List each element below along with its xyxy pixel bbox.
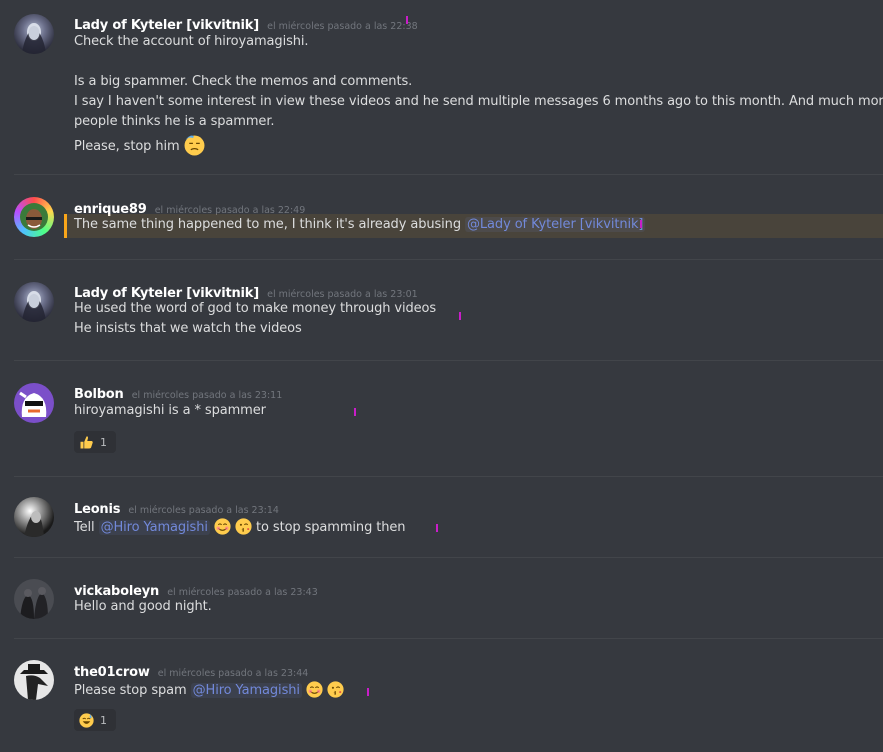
unamused-face-emoji[interactable] [183,135,205,156]
message-divider [14,476,883,477]
message-header: Leonis el miércoles pasado a las 23:14 [74,498,279,517]
sweat-smile-emoji [79,712,94,728]
username[interactable]: Lady of Kyteler [vikvitnik] [74,286,259,301]
reaction-thumbs-up[interactable]: 1 [74,431,116,453]
message-text: Tell [74,520,99,535]
unread-marker [459,312,461,320]
user-mention[interactable]: @Hiro Yamagishi [190,683,302,698]
reaction-sweat-smile[interactable]: 1 [74,709,116,731]
username[interactable]: Lady of Kyteler [vikvitnik] [74,18,259,33]
message-text: Hello and good night. [74,599,212,614]
thumbs-up-emoji [80,435,93,448]
chat-message-list: Lady of Kyteler [vikvitnik] el miércoles… [0,0,883,752]
user-mention[interactable]: @Hiro Yamagishi [98,520,210,535]
message-text: hiroyamagishi is a * spammer [74,403,266,418]
avatar-lady-of-kyteler[interactable] [14,14,54,54]
timestamp: el miércoles pasado a las 23:11 [131,390,283,401]
avatar-image [22,23,46,54]
avatar-lady-of-kyteler[interactable] [14,282,54,322]
timestamp: el miércoles pasado a las 23:44 [157,668,309,679]
message-line: Please stop spam @Hiro Yamagishi [74,681,344,698]
reaction-count: 1 [100,713,107,727]
message-header: Lady of Kyteler [vikvitnik] el miércoles… [74,282,418,301]
unread-marker [367,688,369,696]
username[interactable]: Leonis [74,502,120,517]
avatar-bolbon[interactable] [14,383,54,423]
message-text: Is a big spammer. Check the memos and co… [74,74,413,89]
username[interactable]: the01crow [74,665,150,680]
message-line: The same thing happened to me, I think i… [74,217,646,232]
avatar-enrique89[interactable] [14,197,54,237]
message-divider [14,174,883,175]
message-text: Please, stop him [74,139,180,154]
timestamp: el miércoles pasado a las 23:01 [267,289,418,300]
unread-marker [436,524,438,532]
avatar-image [24,511,44,537]
avatar-vickaboleyn[interactable] [14,579,54,619]
message-line: Tell @Hiro Yamagishi to stop spamming th… [74,518,406,535]
message-text: He used the word of god to make money th… [74,301,437,316]
message-text: Check the account of hiroyamagishi. [74,34,309,49]
avatar-the01crow[interactable] [14,660,54,700]
message-divider [14,638,883,639]
message-line: Please, stop him [74,135,205,156]
avatar-leonis[interactable] [14,497,54,537]
message-divider [14,557,883,558]
timestamp: el miércoles pasado a las 23:14 [128,505,279,516]
kissing-face-emoji[interactable] [235,518,252,535]
message-text: to stop spamming then [256,520,406,535]
message-divider [14,360,883,361]
timestamp: el miércoles pasado a las 22:38 [267,21,418,32]
user-mention[interactable]: @Lady of Kyteler [vikvitnik] [465,217,646,232]
smiling-face-emoji[interactable] [306,681,323,698]
message-text: The same thing happened to me, I think i… [74,217,466,232]
reaction-count: 1 [100,435,107,449]
message-header: Lady of Kyteler [vikvitnik] el miércoles… [74,14,418,33]
message-text: Please stop spam [74,683,191,698]
message-header: vickaboleyn el miércoles pasado a las 23… [74,580,318,599]
avatar-image [22,291,46,322]
message-text: I say I haven't some interest in view th… [74,94,883,109]
unread-marker [640,220,642,228]
message-text: people thinks he is a spammer. [74,114,275,129]
unread-marker [354,408,356,416]
timestamp: el miércoles pasado a las 23:43 [167,587,318,598]
message-text: He insists that we watch the videos [74,321,302,336]
avatar-image [20,664,48,700]
message-divider [14,259,883,260]
avatar-image [20,587,48,619]
smiling-face-emoji[interactable] [214,518,231,535]
message-header: the01crow el miércoles pasado a las 23:4… [74,661,308,680]
username[interactable]: Bolbon [74,387,124,402]
avatar-image [20,203,48,231]
unread-marker [406,16,408,24]
avatar-image [19,391,47,417]
username[interactable]: vickaboleyn [74,584,159,599]
kissing-face-emoji[interactable] [327,681,344,698]
message-header: Bolbon el miércoles pasado a las 23:11 [74,383,282,402]
